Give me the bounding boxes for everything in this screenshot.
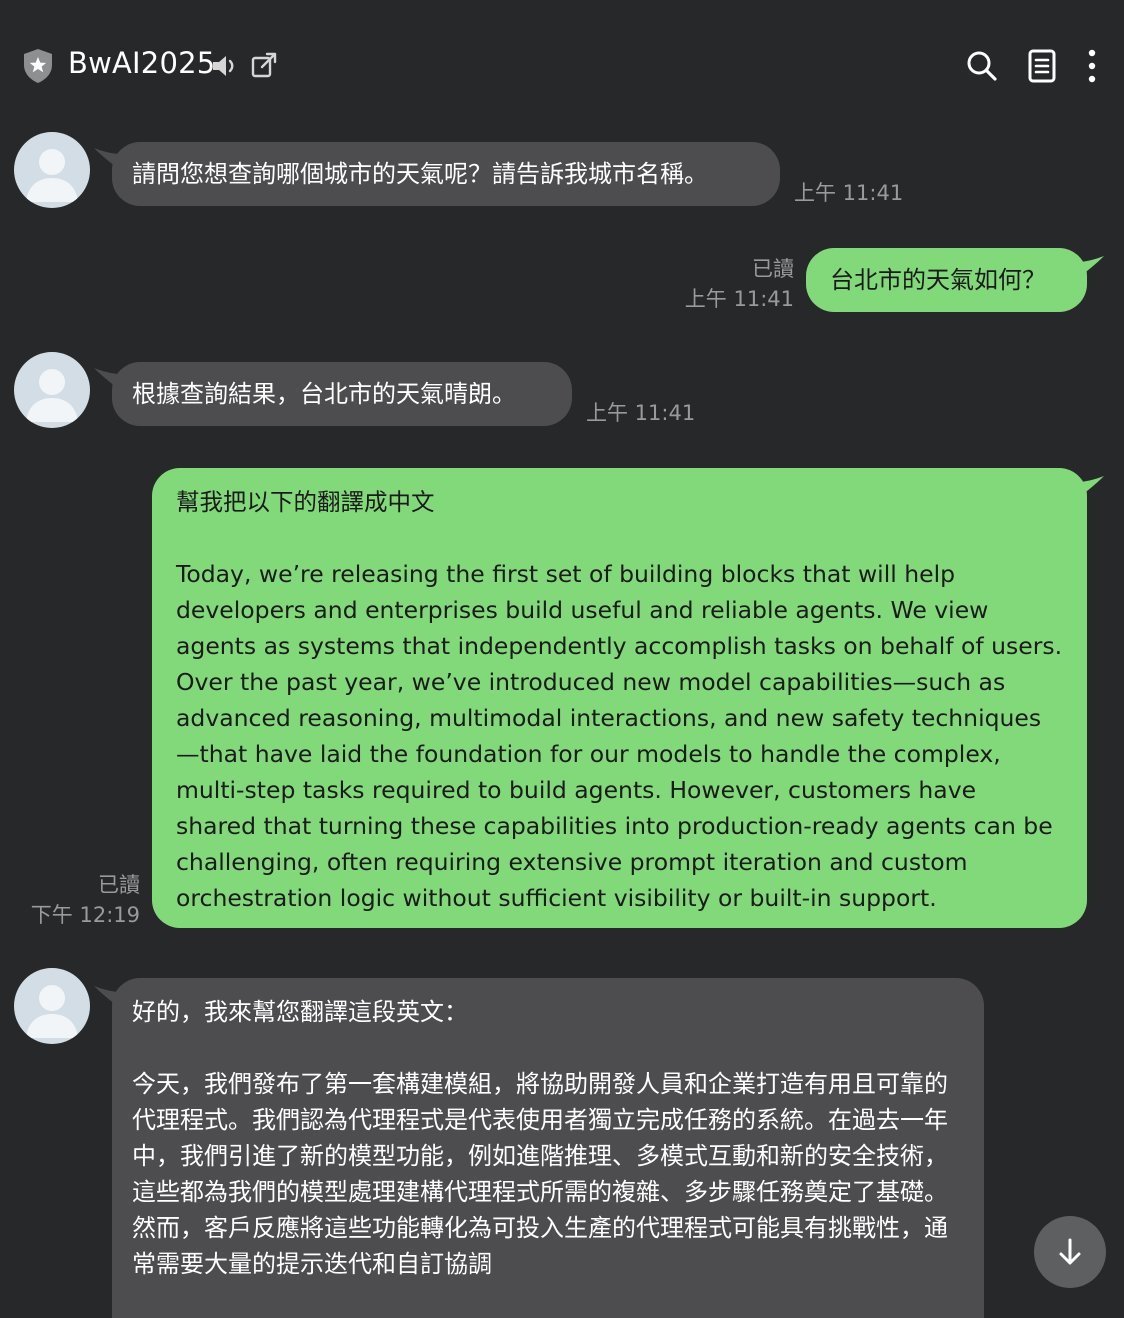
scroll-to-bottom-button[interactable] xyxy=(1034,1216,1106,1288)
message-time: 上午 11:41 xyxy=(684,287,794,311)
external-link-icon[interactable] xyxy=(250,51,278,79)
message-bubble[interactable]: 幫我把以下的翻譯成中文 Today, we’re releasing the f… xyxy=(152,468,1087,928)
message-time: 上午 11:41 xyxy=(794,181,904,205)
chat-title: BwAI2025 xyxy=(68,46,216,80)
read-receipt: 已讀 上午 11:41 xyxy=(640,254,794,314)
read-status: 已讀 xyxy=(98,873,140,897)
read-receipt: 已讀 下午 12:19 xyxy=(20,870,140,930)
message-time: 上午 11:41 xyxy=(586,401,696,425)
message-bubble[interactable]: 請問您想查詢哪個城市的天氣呢？請告訴我城市名稱。 xyxy=(112,142,780,206)
bot-avatar[interactable] xyxy=(14,132,90,208)
read-status: 已讀 xyxy=(752,257,794,281)
bot-avatar[interactable] xyxy=(14,968,90,1044)
message-bubble[interactable]: 台北市的天氣如何？ xyxy=(806,248,1087,312)
search-icon[interactable] xyxy=(966,50,998,82)
notes-icon[interactable] xyxy=(1026,49,1058,83)
bot-avatar[interactable] xyxy=(14,352,90,428)
message-bubble[interactable]: 根據查詢結果，台北市的天氣晴朗。 xyxy=(112,362,572,426)
arrow-down-icon xyxy=(1059,1238,1081,1265)
message-bubble[interactable]: 好的，我來幫您翻譯這段英文： 今天，我們發布了第一套構建模組，將協助開發人員和企… xyxy=(112,978,984,1318)
more-vertical-icon[interactable] xyxy=(1080,48,1104,84)
chat-header: BwAI2025 xyxy=(0,0,1124,130)
speaker-icon[interactable] xyxy=(210,52,238,80)
shield-star-icon xyxy=(24,49,52,83)
message-time: 下午 12:19 xyxy=(30,903,140,927)
